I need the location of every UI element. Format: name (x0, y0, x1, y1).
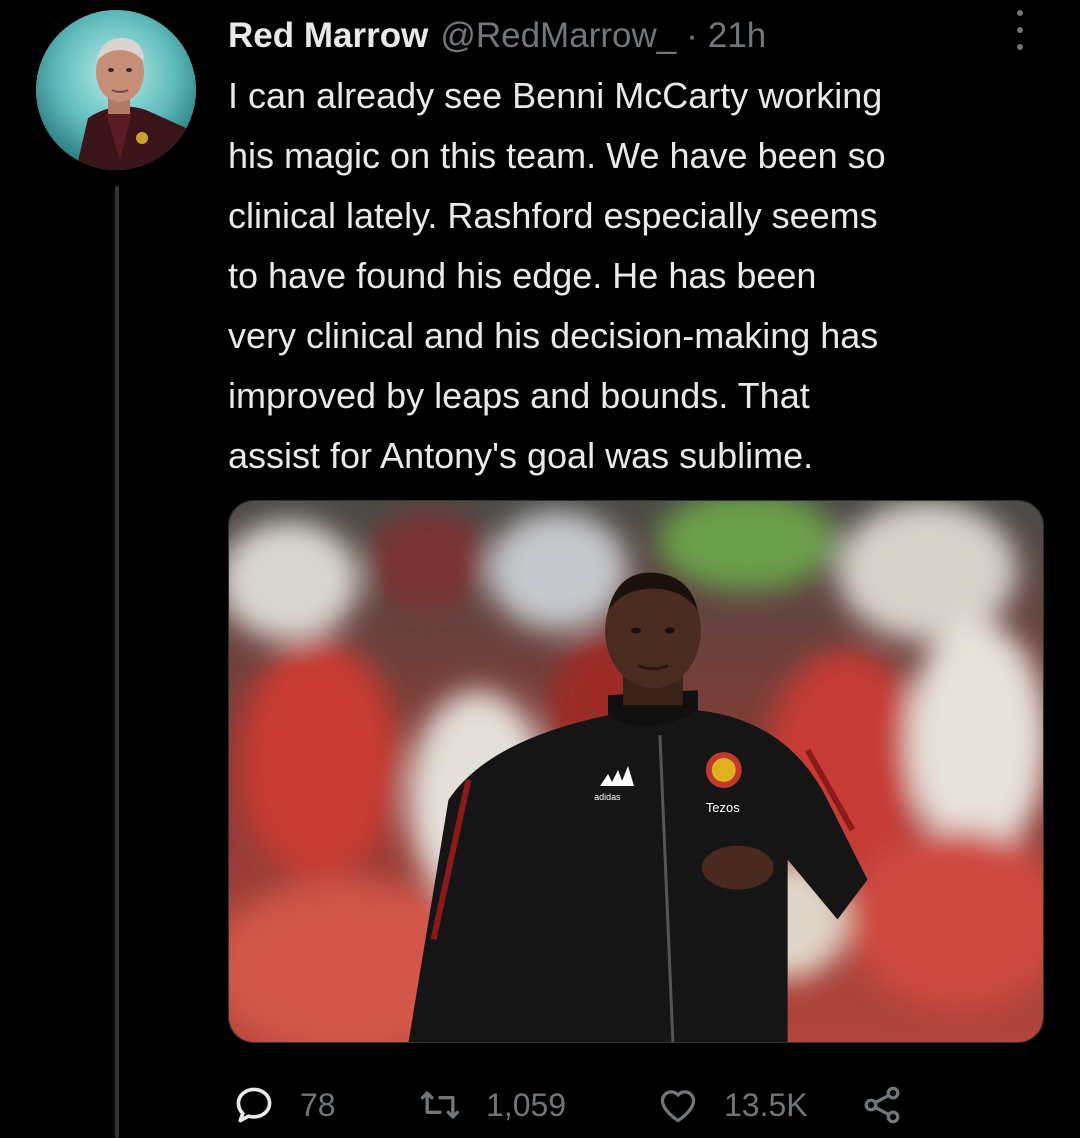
user-handle[interactable]: @RedMarrow_ (440, 10, 676, 62)
jacket-sponsor-text: Tezos (706, 800, 740, 815)
display-name[interactable]: Red Marrow (228, 10, 428, 62)
reply-button[interactable]: 78 (232, 1080, 336, 1130)
tweet-text-line: his magic on this team. We have been so (228, 135, 886, 176)
retweet-icon (420, 1091, 460, 1119)
share-icon (864, 1086, 900, 1124)
tweet-text-line: assist for Antony's goal was sublime. (228, 435, 814, 476)
tweet-actions: 78 1,059 13.5K (228, 1080, 1028, 1130)
tweet-text-line: clinical lately. Rashford especially see… (228, 195, 878, 236)
reply-count: 78 (300, 1086, 336, 1123)
tweet-text-line: I can already see Benni McCarty working (228, 75, 883, 116)
reply-icon (236, 1087, 272, 1123)
tweet-text-line: very clinical and his decision-making ha… (228, 315, 879, 356)
tweet-time[interactable]: 21h (708, 10, 766, 62)
retweet-count: 1,059 (486, 1086, 567, 1123)
tweet-header: Red Marrow @RedMarrow_ · 21h (228, 10, 766, 62)
photo-coach: adidas Tezos (229, 501, 1043, 1042)
avatar-image (36, 10, 196, 170)
like-button[interactable]: 13.5K (656, 1080, 808, 1130)
heart-icon (660, 1090, 696, 1123)
tweet-text-line: to have found his edge. He has been (228, 255, 817, 296)
jacket-brand-text: adidas (594, 792, 621, 802)
thread-line (115, 186, 119, 1138)
like-count: 13.5K (724, 1086, 808, 1123)
share-button[interactable] (860, 1080, 904, 1130)
retweet-button[interactable]: 1,059 (418, 1080, 566, 1130)
more-dot (1017, 27, 1023, 33)
more-dot (1017, 44, 1023, 50)
tweet-text: I can already see Benni McCarty working … (228, 66, 1058, 486)
avatar[interactable] (36, 10, 196, 170)
tweet-text-line: improved by leaps and bounds. That (228, 375, 810, 416)
more-dot (1017, 10, 1023, 16)
tweet-media-photo[interactable]: adidas Tezos (228, 500, 1044, 1043)
separator-dot: · (686, 16, 698, 55)
more-icon[interactable] (1008, 10, 1032, 50)
